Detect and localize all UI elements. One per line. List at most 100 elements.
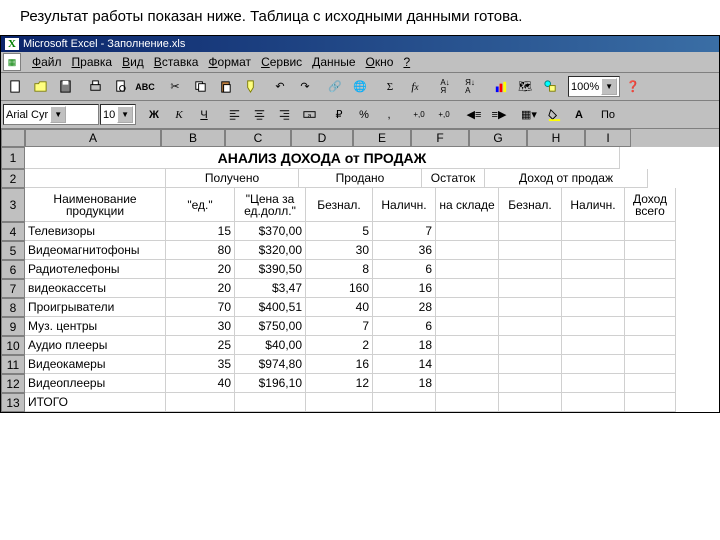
cell[interactable] xyxy=(499,374,562,393)
menu-Файл[interactable]: Файл xyxy=(27,53,67,71)
row-header-1[interactable]: 1 xyxy=(1,147,25,169)
align-right-button[interactable] xyxy=(272,103,296,126)
redo-button[interactable]: ↷ xyxy=(293,75,317,98)
cell[interactable] xyxy=(625,393,676,412)
fill-color-button[interactable] xyxy=(542,103,566,126)
cell[interactable]: Проигрыватели xyxy=(25,298,166,317)
row-header-10[interactable]: 10 xyxy=(1,336,25,355)
row-header-4[interactable]: 4 xyxy=(1,222,25,241)
decrease-indent-button[interactable]: ◀≡ xyxy=(462,103,486,126)
merge-center-button[interactable]: a xyxy=(297,103,321,126)
copy-button[interactable] xyxy=(188,75,212,98)
cell[interactable] xyxy=(499,317,562,336)
col-header-F[interactable]: F xyxy=(411,129,469,147)
cell[interactable] xyxy=(499,260,562,279)
cell[interactable]: $196,10 xyxy=(235,374,306,393)
cell[interactable] xyxy=(562,222,625,241)
increase-decimal-button[interactable]: +,0 xyxy=(407,103,431,126)
row-header-13[interactable]: 13 xyxy=(1,393,25,412)
cell[interactable] xyxy=(625,355,676,374)
cell[interactable]: на складе xyxy=(436,188,499,222)
font-combo[interactable]: Arial Cyr▼ xyxy=(3,104,99,125)
row-header-2[interactable]: 2 xyxy=(1,169,25,188)
col-header-A[interactable]: A xyxy=(25,129,161,147)
open-button[interactable] xyxy=(28,75,52,98)
cell[interactable] xyxy=(436,241,499,260)
cell[interactable] xyxy=(562,374,625,393)
cell[interactable]: Доход всего xyxy=(625,188,676,222)
cell[interactable] xyxy=(436,374,499,393)
menu-Окно[interactable]: Окно xyxy=(361,53,399,71)
cell[interactable]: 16 xyxy=(306,355,373,374)
cell[interactable]: $370,00 xyxy=(235,222,306,241)
cell[interactable] xyxy=(625,279,676,298)
cell[interactable]: $320,00 xyxy=(235,241,306,260)
cell[interactable]: 7 xyxy=(306,317,373,336)
undo-button[interactable]: ↶ xyxy=(268,75,292,98)
cell[interactable] xyxy=(373,393,436,412)
cell[interactable] xyxy=(625,260,676,279)
cell[interactable] xyxy=(166,393,235,412)
cell[interactable]: $750,00 xyxy=(235,317,306,336)
cell[interactable]: $400,51 xyxy=(235,298,306,317)
cell[interactable]: "ед." xyxy=(166,188,235,222)
decrease-decimal-button[interactable]: +,0 xyxy=(432,103,456,126)
menu-Правка[interactable]: Правка xyxy=(67,53,118,71)
currency-button[interactable]: ₽ xyxy=(327,103,351,126)
menu-Сервис[interactable]: Сервис xyxy=(256,53,307,71)
help-button[interactable]: ❓ xyxy=(621,75,645,98)
cell[interactable]: видеокассеты xyxy=(25,279,166,298)
paste-button[interactable] xyxy=(213,75,237,98)
col-header-D[interactable]: D xyxy=(291,129,353,147)
cell[interactable]: Аудио плееры xyxy=(25,336,166,355)
cell[interactable] xyxy=(306,393,373,412)
cell[interactable]: 18 xyxy=(373,374,436,393)
cell[interactable] xyxy=(625,374,676,393)
bold-button[interactable]: Ж xyxy=(142,103,166,126)
cell[interactable] xyxy=(436,298,499,317)
cell[interactable]: 5 xyxy=(306,222,373,241)
cell[interactable]: Телевизоры xyxy=(25,222,166,241)
cell[interactable]: Видеоплееры xyxy=(25,374,166,393)
cell[interactable]: 70 xyxy=(166,298,235,317)
cell[interactable]: Видеокамеры xyxy=(25,355,166,374)
cell[interactable]: $3,47 xyxy=(235,279,306,298)
spellcheck-button[interactable]: ABC xyxy=(133,75,157,98)
row-header-9[interactable]: 9 xyxy=(1,317,25,336)
cell[interactable] xyxy=(625,222,676,241)
cell[interactable]: Радиотелефоны xyxy=(25,260,166,279)
autosum-button[interactable]: Σ xyxy=(378,75,402,98)
col-header-H[interactable]: H xyxy=(527,129,585,147)
cell[interactable] xyxy=(625,317,676,336)
cell[interactable]: 8 xyxy=(306,260,373,279)
cell[interactable] xyxy=(499,298,562,317)
cell[interactable] xyxy=(625,336,676,355)
cell[interactable] xyxy=(499,336,562,355)
cell[interactable]: 25 xyxy=(166,336,235,355)
cell[interactable]: ИТОГО xyxy=(25,393,166,412)
row-header-8[interactable]: 8 xyxy=(1,298,25,317)
row-header-6[interactable]: 6 xyxy=(1,260,25,279)
font-color-button[interactable]: A xyxy=(567,103,591,126)
cell[interactable] xyxy=(436,336,499,355)
col-header-E[interactable]: E xyxy=(353,129,411,147)
autoformat-button[interactable]: По xyxy=(597,103,619,126)
menu-Формат[interactable]: Формат xyxy=(203,53,256,71)
cell[interactable] xyxy=(625,241,676,260)
cell[interactable]: Получено xyxy=(166,169,299,188)
cell[interactable] xyxy=(562,393,625,412)
zoom-combo[interactable]: 100%▼ xyxy=(568,76,620,97)
align-left-button[interactable] xyxy=(222,103,246,126)
cell[interactable]: Наличн. xyxy=(562,188,625,222)
cell[interactable] xyxy=(562,317,625,336)
cell[interactable] xyxy=(562,336,625,355)
italic-button[interactable]: К xyxy=(167,103,191,126)
cell[interactable]: АНАЛИЗ ДОХОДА от ПРОДАЖ xyxy=(25,147,620,169)
cell[interactable]: 36 xyxy=(373,241,436,260)
cell[interactable]: 15 xyxy=(166,222,235,241)
format-painter-button[interactable] xyxy=(238,75,262,98)
cell[interactable] xyxy=(562,241,625,260)
drawing-button[interactable] xyxy=(538,75,562,98)
cell[interactable]: Наличн. xyxy=(373,188,436,222)
cell[interactable] xyxy=(436,260,499,279)
